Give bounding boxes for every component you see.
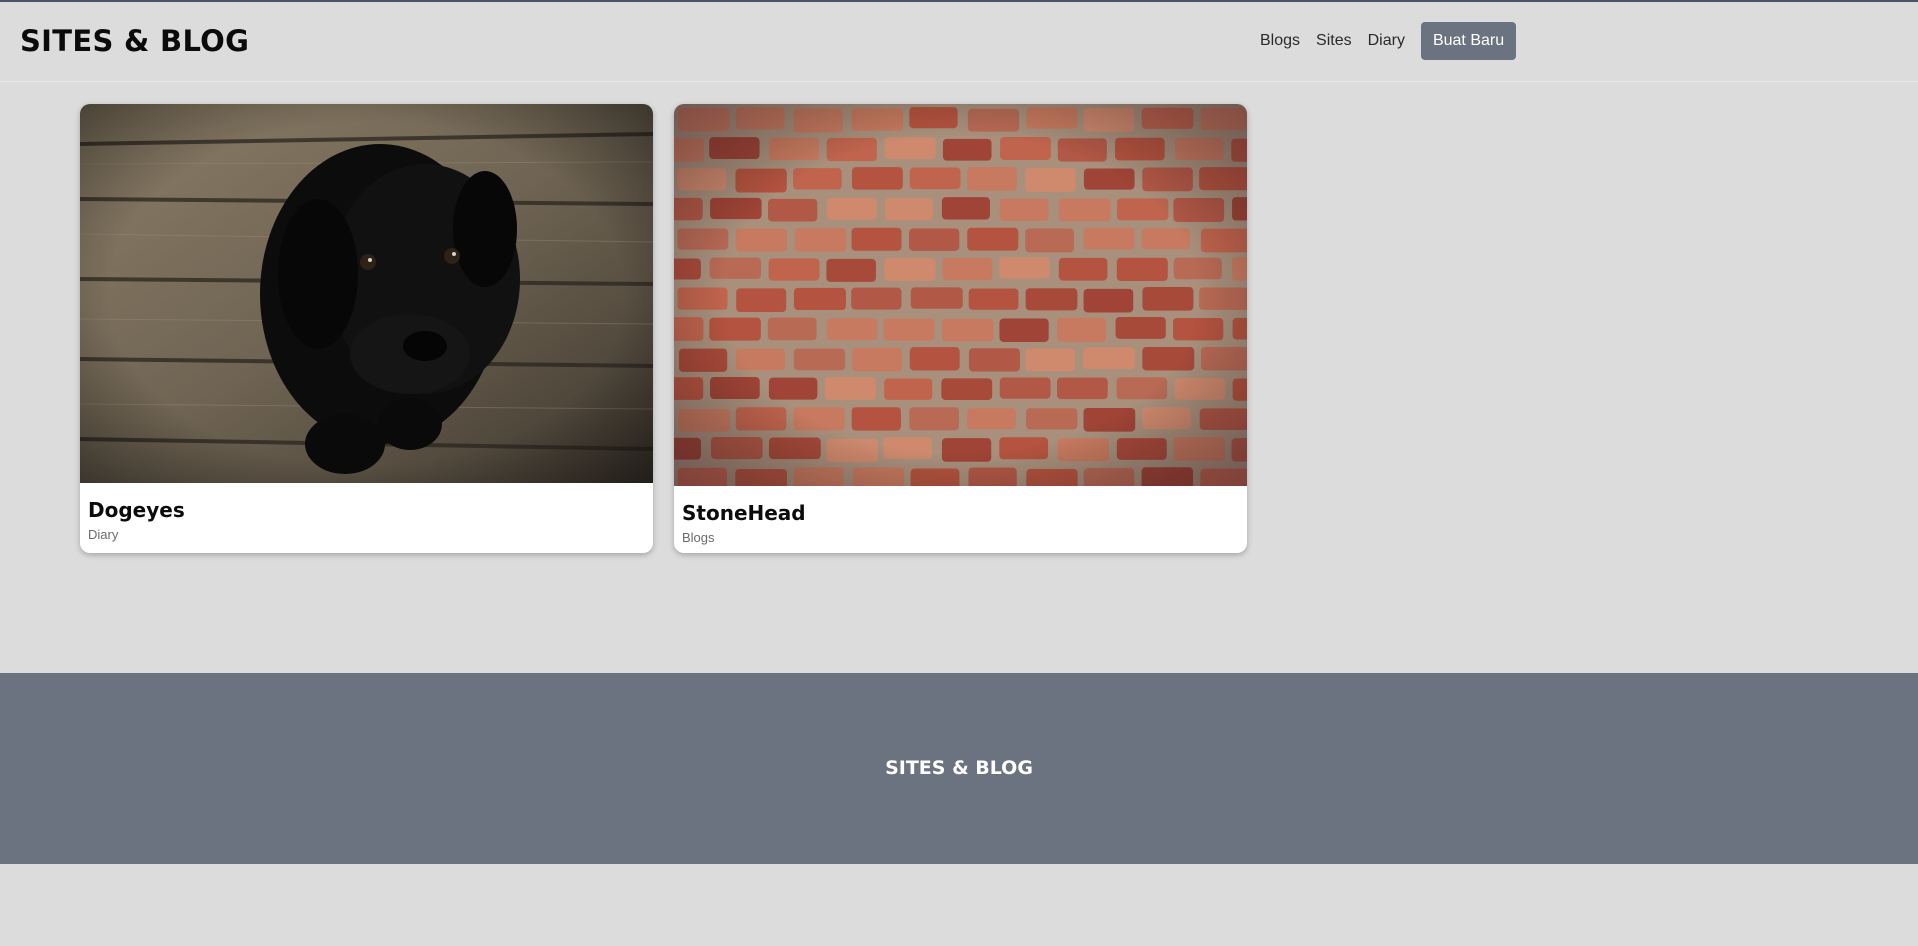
- nav-link-sites[interactable]: Sites: [1316, 32, 1352, 50]
- create-new-button[interactable]: Buat Baru: [1420, 22, 1517, 60]
- post-card-title[interactable]: Dogeyes: [88, 498, 185, 522]
- post-card-stonehead[interactable]: StoneHead Blogs: [674, 104, 1247, 553]
- main-nav: Blogs Sites Diary Buat Baru: [1260, 22, 1517, 60]
- post-card-dogeyes[interactable]: Dogeyes Diary: [80, 104, 653, 553]
- post-card-category: Diary: [88, 527, 119, 542]
- site-footer: SITES & BLOG: [0, 673, 1918, 864]
- post-card-title[interactable]: StoneHead: [682, 501, 806, 525]
- site-brand[interactable]: SITES & BLOG: [20, 24, 249, 58]
- nav-link-blogs[interactable]: Blogs: [1260, 32, 1300, 50]
- site-header: SITES & BLOG Blogs Sites Diary Buat Baru: [0, 2, 1918, 82]
- brick-wall-photo: [674, 104, 1247, 486]
- post-card-image-brick-wall[interactable]: [674, 104, 1247, 486]
- puppy-photo: [80, 104, 653, 483]
- post-card-image-puppy[interactable]: [80, 104, 653, 483]
- nav-link-diary[interactable]: Diary: [1368, 32, 1405, 50]
- post-card-grid: Dogeyes Diary StoneHead Blogs: [80, 104, 1247, 553]
- post-card-category: Blogs: [682, 530, 715, 545]
- footer-brand: SITES & BLOG: [885, 757, 1033, 779]
